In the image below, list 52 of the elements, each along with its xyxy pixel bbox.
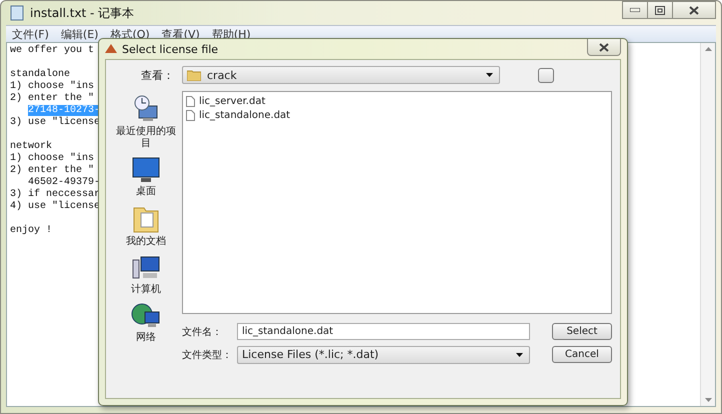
desktop-icon xyxy=(131,156,161,184)
place-label[interactable]: 计算机 xyxy=(131,284,161,296)
file-name-label: 文件名： xyxy=(182,326,223,338)
look-in-label: 查看： xyxy=(141,68,174,82)
menu-item[interactable]: 编辑(E) xyxy=(54,26,104,42)
close-icon xyxy=(599,42,609,52)
file-type-dropdown[interactable]: License Files (*.lic; *.dat) xyxy=(237,346,530,364)
file-item[interactable]: lic_server.dat xyxy=(199,96,266,106)
text-line: network xyxy=(10,141,52,152)
select-button[interactable]: Select xyxy=(552,323,612,340)
minimize-icon xyxy=(630,8,640,12)
file-type-label: 文件类型： xyxy=(182,348,233,362)
minimize-button[interactable] xyxy=(622,1,648,19)
text-line: standalone xyxy=(10,69,70,80)
text-line: 1) choose "ins xyxy=(10,153,94,164)
scrollbar[interactable] xyxy=(700,43,715,406)
text-line: 2) enter the " xyxy=(10,93,94,104)
text-line: 1) choose "ins xyxy=(10,81,94,92)
text-line: 46502-49379- xyxy=(28,177,100,188)
scroll-up-icon[interactable] xyxy=(704,47,712,51)
text-line: we offer you t xyxy=(10,45,94,56)
file-icon xyxy=(186,110,195,120)
dialog-title: Select license file xyxy=(122,42,218,56)
network-icon xyxy=(131,302,161,330)
menu-item[interactable]: 文件(F) xyxy=(6,26,55,42)
toolbar-button[interactable] xyxy=(538,68,554,82)
maximize-button[interactable] xyxy=(647,1,673,19)
text-line: enjoy ! xyxy=(10,225,52,236)
place-label[interactable]: 网络 xyxy=(136,332,156,344)
place-label[interactable]: 桌面 xyxy=(136,186,156,198)
scroll-down-icon[interactable] xyxy=(704,398,712,402)
caret-icon xyxy=(486,73,493,77)
text-line: 4) use "license xyxy=(10,201,100,212)
place-label[interactable]: 最近使用的项目 xyxy=(113,126,179,150)
text-line: 3) use "license xyxy=(10,117,100,128)
window-title: install.txt - 记事本 xyxy=(30,4,134,22)
file-item[interactable]: lic_standalone.dat xyxy=(199,110,290,120)
text-line: 2) enter the " xyxy=(10,165,94,176)
cancel-button[interactable]: Cancel xyxy=(552,346,612,363)
file-icon xyxy=(186,96,195,106)
selected-text: 27148-10273- xyxy=(28,105,100,116)
maximize-icon xyxy=(655,6,665,14)
close-button[interactable] xyxy=(587,39,621,56)
folder-icon xyxy=(187,69,201,81)
text-line: 3) if neccessar xyxy=(10,189,100,200)
notepad-icon xyxy=(10,5,24,21)
close-icon xyxy=(689,6,699,14)
place-label[interactable]: 我的文档 xyxy=(126,236,166,248)
caret-icon xyxy=(516,352,523,356)
look-in-dropdown[interactable]: crack xyxy=(182,66,500,84)
close-button[interactable] xyxy=(672,1,716,19)
file-name-field[interactable]: lic_standalone.dat xyxy=(237,323,530,340)
